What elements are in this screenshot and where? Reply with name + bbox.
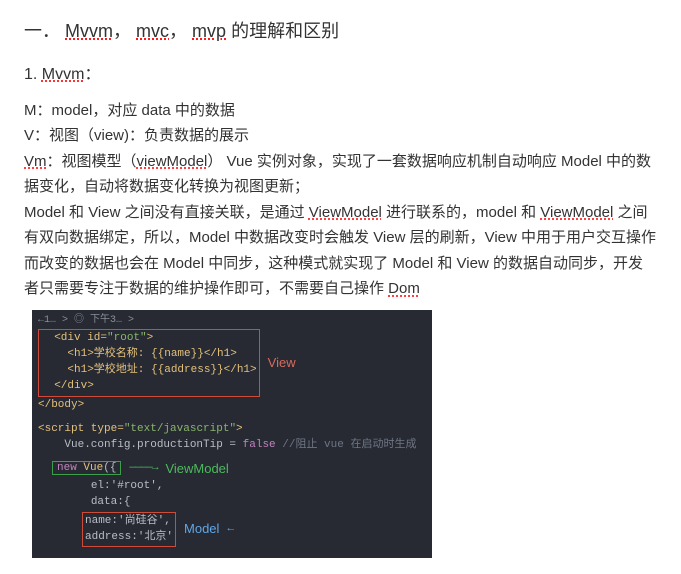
label-view: View bbox=[268, 354, 296, 373]
code-line: el:'#root', data:{ bbox=[38, 479, 426, 511]
u-dom: Dom bbox=[388, 280, 420, 297]
page-title: 一． Mvvm， mvc， mvp 的理解和区别 bbox=[24, 16, 657, 47]
title-prefix: 一． bbox=[24, 21, 60, 41]
label-model: Model bbox=[184, 520, 219, 539]
code-line: <div id="root"> <h1>学校名称: {{name}}</h1> … bbox=[41, 331, 257, 395]
title-word-mvp: mvp bbox=[192, 21, 226, 41]
u-viewmodel2: ViewModel bbox=[540, 204, 613, 221]
code-line: name:'尚硅谷', address:'北京' bbox=[85, 514, 173, 546]
code-screenshot: ←1… > ◎ 下午3… > <div id="root"> <h1>学校名称:… bbox=[32, 310, 432, 559]
t: Model 和 View 之间没有直接关联，是通过 bbox=[24, 204, 309, 221]
title-word-mvvm: Mvvm bbox=[65, 21, 113, 41]
arrow-icon: ← bbox=[227, 522, 234, 538]
section-colon: ： bbox=[84, 66, 100, 83]
title-word-mvc: mvc bbox=[136, 21, 169, 41]
t: ：视图模型（ bbox=[47, 153, 137, 170]
model-block: name:'尚硅谷', address:'北京' bbox=[82, 512, 176, 548]
viewmodel-block: new Vue({ bbox=[52, 461, 121, 475]
label-viewmodel: ViewModel bbox=[165, 460, 228, 479]
line-para2: Model 和 View 之间没有直接关联，是通过 ViewModel 进行联系… bbox=[24, 200, 657, 302]
title-suffix: 的理解和区别 bbox=[226, 21, 339, 41]
section-heading: 1. Mvvm： bbox=[24, 61, 657, 88]
section-word: Mvvm bbox=[42, 66, 85, 83]
u-vm: Vm bbox=[24, 153, 47, 170]
section-number: 1. bbox=[24, 66, 37, 83]
t: 进行联系的，model 和 bbox=[382, 204, 540, 221]
code-line: </body> bbox=[38, 398, 426, 414]
u-viewmodel: ViewModel bbox=[309, 204, 382, 221]
line-vm: Vm：视图模型（viewModel） Vue 实例对象，实现了一套数据响应机制自… bbox=[24, 149, 657, 200]
sep: ， bbox=[113, 21, 131, 41]
line-m: M：model，对应 data 中的数据 bbox=[24, 98, 657, 124]
sep: ， bbox=[169, 21, 187, 41]
u-viewmodel: viewModel bbox=[137, 153, 208, 170]
view-block: <div id="root"> <h1>学校名称: {{name}}</h1> … bbox=[38, 329, 260, 397]
viewmodel-row: new Vue({ ————→ ViewModel bbox=[38, 460, 426, 479]
line-v: V：视图（view)：负责数据的展示 bbox=[24, 123, 657, 149]
editor-breadcrumb: ←1… > ◎ 下午3… > bbox=[38, 314, 426, 329]
code-line: <script type="text/javascript"> Vue.conf… bbox=[38, 422, 426, 454]
arrow-icon: ————→ bbox=[129, 461, 157, 477]
